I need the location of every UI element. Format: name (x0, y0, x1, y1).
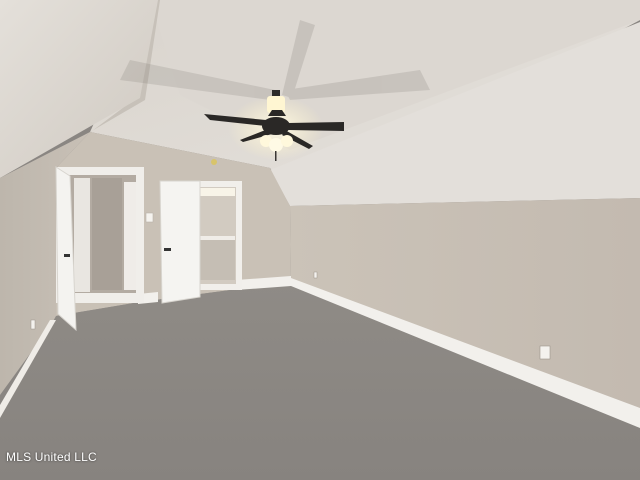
room-photo (0, 0, 640, 480)
closet-door[interactable] (159, 180, 201, 304)
outlet-icon (539, 345, 551, 360)
outlet-icon (30, 319, 36, 330)
outlet-icon (313, 271, 318, 279)
sensor-icon (211, 159, 217, 165)
light-switch-icon[interactable] (145, 212, 154, 223)
watermark-text: MLS United LLC (6, 450, 97, 464)
